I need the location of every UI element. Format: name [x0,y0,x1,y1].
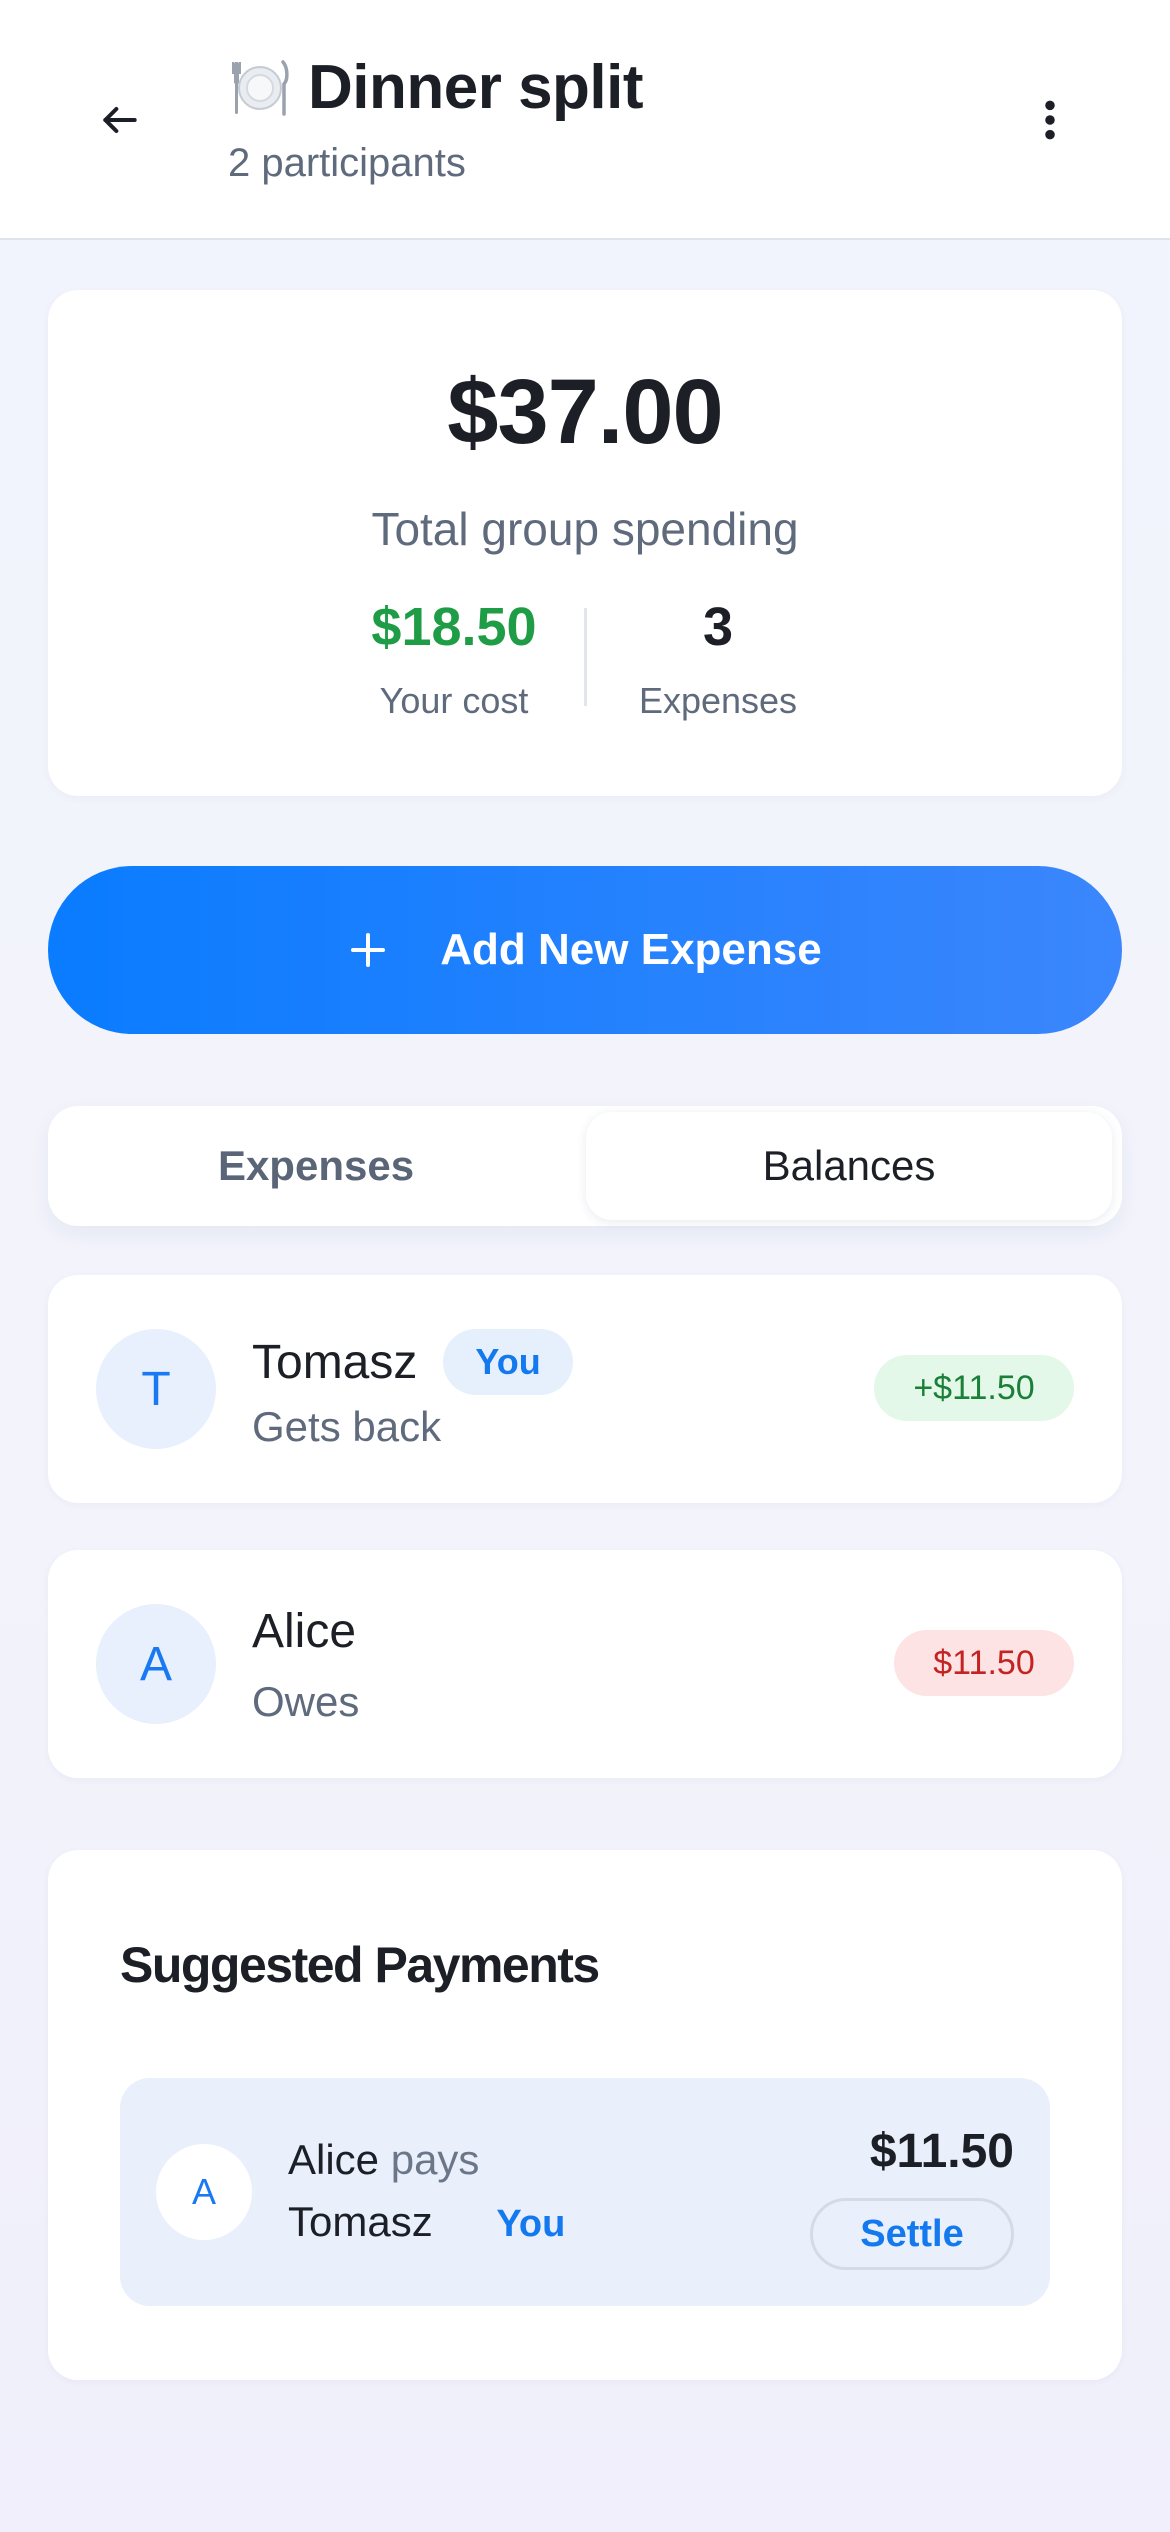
title-block: Dinner split 2 participants [228,52,644,186]
participants-count: 2 participants [228,141,466,185]
avatar: A [156,2144,252,2240]
payee-line: Tomasz You [288,2198,565,2246]
tab-balances[interactable]: Balances [586,1112,1112,1220]
payee-name: Tomasz [288,2198,433,2245]
payment-amount: $11.50 [869,2125,1014,2178]
payer-name: Alice [288,2136,380,2183]
you-badge: You [443,1329,573,1395]
balance-amount-badge: +$11.50 [874,1355,1074,1421]
settle-button[interactable]: Settle [810,2198,1014,2270]
your-cost-label: Your cost [379,680,529,721]
your-cost-stat: $18.50 Your cost [324,596,584,722]
view-tabs: Expenses Balances [48,1106,1122,1226]
tab-expenses[interactable]: Expenses [48,1106,584,1226]
balance-status: Gets back [252,1403,442,1450]
you-badge: You [496,2203,566,2245]
balance-row[interactable]: A Alice Owes $11.50 [48,1550,1122,1778]
suggested-payments-card: Suggested Payments A Alice pays Tomasz Y… [48,1850,1122,2380]
arrow-left-icon [103,106,137,134]
page-title: Dinner split [228,52,644,123]
app-header: Dinner split 2 participants [0,0,1170,240]
more-menu-button[interactable] [1020,90,1080,150]
expenses-count-stat: 3 Expenses [588,596,848,722]
back-button[interactable] [90,90,150,150]
page-title-text: Dinner split [308,53,644,122]
section-title: Suggested Payments [120,1937,600,1993]
member-name-text: Tomasz [252,1335,418,1389]
total-amount: $37.00 [447,361,723,463]
avatar: A [96,1604,216,1724]
more-vertical-icon [1045,100,1055,140]
member-name-text: Alice [252,1605,357,1658]
balance-amount-badge: $11.50 [894,1630,1074,1696]
pays-label: pays [390,2136,480,2183]
stat-divider [584,608,587,706]
add-expense-button[interactable]: Add New Expense [48,866,1122,1034]
member-name: Alice [252,1604,356,1659]
add-expense-label: Add New Expense [440,925,822,974]
plus-icon [351,933,386,967]
spending-summary-card: $37.00 Total group spending $18.50 Your … [48,290,1122,796]
balance-row[interactable]: T Tomasz You Gets back +$11.50 [48,1275,1122,1503]
balance-status: Owes [252,1678,360,1725]
your-cost-value: $18.50 [371,597,537,657]
expenses-count-value: 3 [702,597,734,657]
total-label: Total group spending [371,503,799,555]
member-name: Tomasz You [252,1329,573,1395]
avatar: T [96,1329,216,1449]
expenses-count-label: Expenses [638,680,798,721]
plate-cutlery-icon [232,59,289,116]
payer-line: Alice pays [288,2136,479,2184]
payment-suggestion: A Alice pays Tomasz You $11.50 Settle [120,2078,1050,2306]
